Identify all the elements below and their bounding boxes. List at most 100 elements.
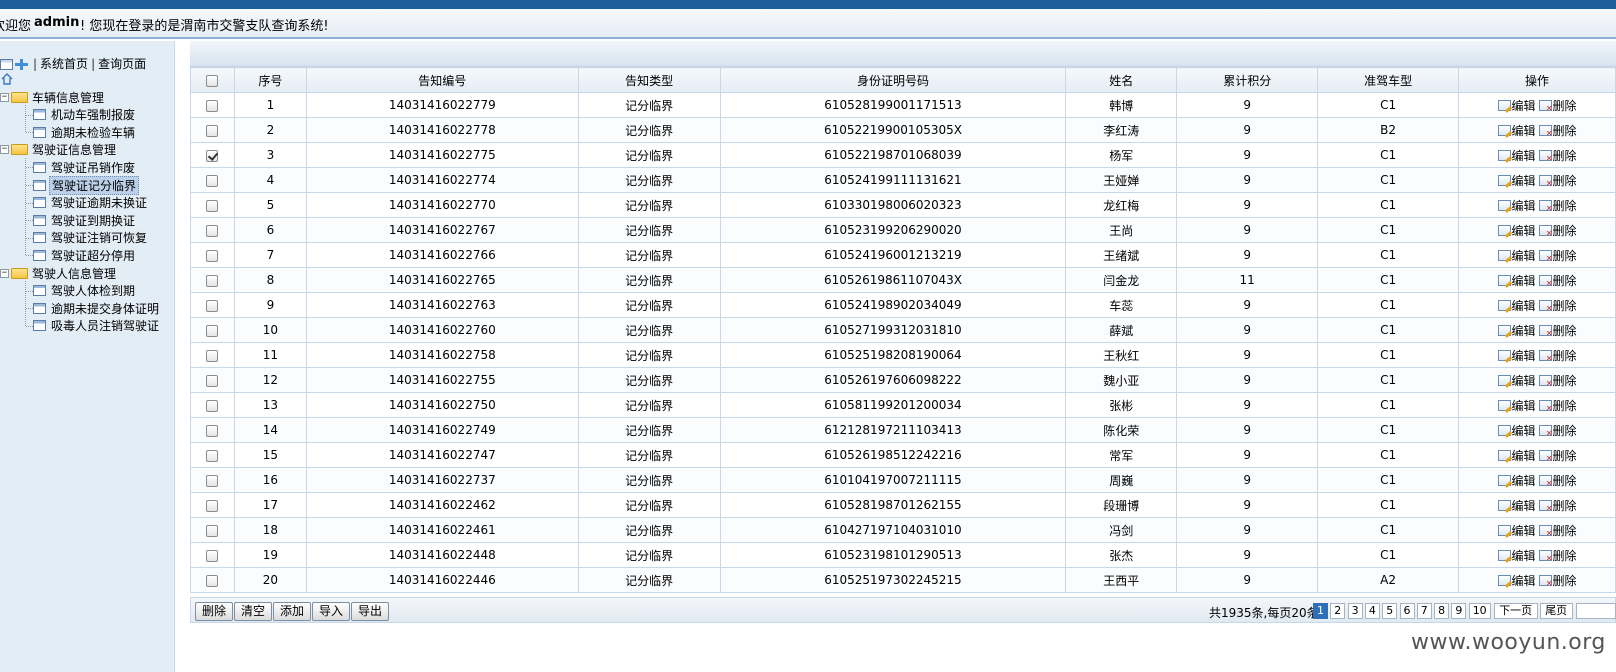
edit-link[interactable]: 编辑 (1512, 497, 1536, 514)
tree-item-label[interactable]: 驾驶证吊销作废 (49, 159, 137, 176)
cell-select[interactable] (190, 342, 235, 368)
edit-icon[interactable] (1497, 424, 1511, 436)
cell-select[interactable] (190, 267, 235, 293)
row-checkbox[interactable] (206, 299, 219, 312)
table-row[interactable]: 20 14031416022446 记分临界 610525197302245215 王西… (190, 567, 1616, 593)
table-row[interactable]: 9 14031416022763 记分临界 610524198902034049 车蕊 9… (190, 292, 1616, 318)
table-row[interactable]: 17 14031416022462 记分临界 610528198701262155 段珊… (190, 492, 1616, 518)
add-button[interactable]: 添加 (273, 602, 311, 621)
delete-icon[interactable] (1538, 374, 1553, 388)
delete-icon[interactable] (1538, 274, 1553, 288)
edit-icon[interactable] (1497, 224, 1511, 236)
tree-group[interactable]: − 驾驶证信息管理 (0, 142, 118, 158)
cell-select[interactable] (190, 192, 235, 218)
edit-link[interactable]: 编辑 (1512, 547, 1536, 564)
edit-link[interactable]: 编辑 (1512, 447, 1536, 464)
edit-icon[interactable] (1497, 349, 1511, 361)
edit-icon[interactable] (1497, 449, 1511, 461)
cell-select[interactable] (190, 142, 235, 168)
delete-icon[interactable] (1538, 474, 1553, 488)
delete-link[interactable]: 删除 (1553, 97, 1577, 114)
edit-link[interactable]: 编辑 (1512, 347, 1536, 364)
tree-item[interactable]: 驾驶人体检到期 (33, 283, 137, 299)
delete-link[interactable]: 删除 (1553, 197, 1577, 214)
table-row[interactable]: 18 14031416022461 记分临界 610427197104031010 冯剑… (190, 517, 1616, 543)
select-all-checkbox[interactable] (206, 74, 219, 87)
tree-item-label[interactable]: 驾驶证注销可恢复 (49, 229, 149, 246)
edit-link[interactable]: 编辑 (1512, 522, 1536, 539)
delete-link[interactable]: 删除 (1553, 297, 1577, 314)
table-row[interactable]: 12 14031416022755 记分临界 610526197606098222 魏小… (190, 367, 1616, 393)
edit-icon[interactable] (1497, 574, 1511, 586)
edit-icon[interactable] (1497, 124, 1511, 136)
edit-icon[interactable] (1497, 499, 1511, 511)
header-id-no[interactable]: 身份证明号码 (719, 67, 1067, 93)
delete-icon[interactable] (1538, 349, 1553, 363)
edit-link[interactable]: 编辑 (1512, 197, 1536, 214)
delete-link[interactable]: 删除 (1553, 447, 1577, 464)
table-row[interactable]: 7 14031416022766 记分临界 610524196001213219 王绪斌… (190, 242, 1616, 268)
cell-select[interactable] (190, 542, 235, 568)
cell-select[interactable] (190, 167, 235, 193)
tree-item-label[interactable]: 驾驶证到期换证 (49, 212, 137, 229)
edit-icon[interactable] (1497, 149, 1511, 161)
delete-icon[interactable] (1538, 249, 1553, 263)
row-checkbox[interactable] (206, 224, 219, 237)
tree-item[interactable]: 机动车强制报废 (33, 107, 137, 123)
row-checkbox[interactable] (206, 449, 219, 462)
row-checkbox[interactable] (206, 149, 219, 162)
delete-icon[interactable] (1538, 549, 1553, 563)
tree-item-label[interactable]: 机动车强制报废 (49, 106, 137, 123)
query-link[interactable]: 查询页面 (98, 57, 146, 71)
delete-link[interactable]: 删除 (1553, 547, 1577, 564)
page-link[interactable]: 3 (1347, 603, 1363, 619)
row-checkbox[interactable] (206, 374, 219, 387)
delete-link[interactable]: 删除 (1553, 272, 1577, 289)
delete-button[interactable]: 删除 (195, 602, 233, 621)
clear-button[interactable]: 清空 (234, 602, 272, 621)
edit-icon[interactable] (1497, 199, 1511, 211)
page-link[interactable]: 10 (1468, 603, 1491, 619)
collapse-icon[interactable]: − (0, 268, 9, 278)
cell-select[interactable] (190, 292, 235, 318)
edit-link[interactable]: 编辑 (1512, 272, 1536, 289)
edit-icon[interactable] (1497, 474, 1511, 486)
table-row[interactable]: 3 14031416022775 记分临界 610522198701068039 杨军 9… (190, 142, 1616, 168)
edit-icon[interactable] (1497, 399, 1511, 411)
edit-icon[interactable] (1497, 274, 1511, 286)
edit-icon[interactable] (1497, 374, 1511, 386)
edit-icon[interactable] (1497, 99, 1511, 111)
collapse-icon[interactable]: − (0, 92, 9, 102)
delete-link[interactable]: 删除 (1553, 347, 1577, 364)
tree-item[interactable]: 逾期未检验车辆 (33, 124, 137, 140)
table-row[interactable]: 4 14031416022774 记分临界 610524199111131621 王娅婵… (190, 167, 1616, 193)
edit-link[interactable]: 编辑 (1512, 322, 1536, 339)
delete-icon[interactable] (1538, 299, 1553, 313)
table-row[interactable]: 14 14031416022749 记分临界 612128197211103413 陈化… (190, 417, 1616, 443)
cell-select[interactable] (190, 367, 235, 393)
row-checkbox[interactable] (206, 249, 219, 262)
page-link[interactable]: 1 (1313, 603, 1328, 619)
table-row[interactable]: 11 14031416022758 记分临界 610525198208190064 王秋… (190, 342, 1616, 368)
page-jump-input[interactable] (1575, 603, 1616, 619)
table-row[interactable]: 6 14031416022767 记分临界 610523199206290020 王尚 9… (190, 217, 1616, 243)
row-checkbox[interactable] (206, 174, 219, 187)
delete-icon[interactable] (1538, 399, 1553, 413)
tree-item[interactable]: 驾驶证注销可恢复 (33, 230, 149, 246)
delete-icon[interactable] (1538, 574, 1553, 588)
edit-link[interactable]: 编辑 (1512, 222, 1536, 239)
row-checkbox[interactable] (206, 399, 219, 412)
tree-item[interactable]: 吸毒人员注销驾驶证 (33, 318, 161, 334)
cell-select[interactable] (190, 442, 235, 468)
tree-item[interactable]: 逾期未提交身体证明 (33, 300, 161, 316)
cell-select[interactable] (190, 417, 235, 443)
row-checkbox[interactable] (206, 199, 219, 212)
cell-select[interactable] (190, 467, 235, 493)
header-license-class[interactable]: 准驾车型 (1317, 67, 1460, 93)
table-row[interactable]: 8 14031416022765 记分临界 61052619861107043X 闫金龙… (190, 267, 1616, 293)
delete-icon[interactable] (1538, 174, 1553, 188)
delete-link[interactable]: 删除 (1553, 372, 1577, 389)
row-checkbox[interactable] (206, 124, 219, 137)
edit-link[interactable]: 编辑 (1512, 297, 1536, 314)
table-row[interactable]: 19 14031416022448 记分临界 610523198101290513 张杰… (190, 542, 1616, 568)
